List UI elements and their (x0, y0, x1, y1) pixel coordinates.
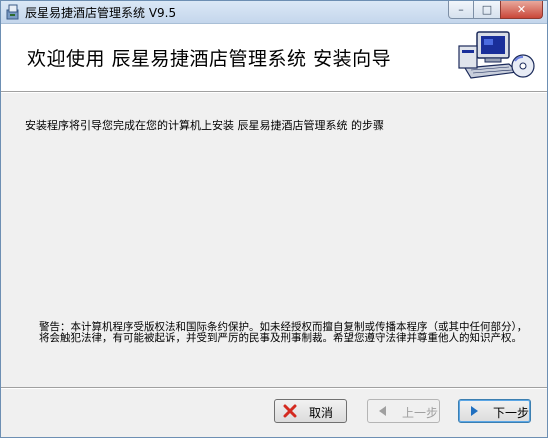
close-icon: ✕ (516, 3, 527, 16)
minimize-button[interactable]: – (448, 1, 474, 19)
wizard-title: 欢迎使用 辰星易捷酒店管理系统 安装向导 (27, 48, 392, 70)
window-title: 辰星易捷酒店管理系统 V9.5 (25, 6, 177, 20)
back-arrow-icon (379, 406, 386, 416)
close-button[interactable]: ✕ (500, 1, 543, 19)
installer-window: 辰星易捷酒店管理系统 V9.5 – □ ✕ 欢迎使用 辰星易捷酒店管理系统 安装… (0, 0, 548, 438)
next-arrow-icon (471, 406, 478, 416)
cancel-x-icon (283, 404, 297, 418)
title-bar[interactable]: 辰星易捷酒店管理系统 V9.5 – □ ✕ (1, 1, 547, 24)
computer-installer-icon (458, 31, 535, 79)
minimize-icon: – (458, 3, 464, 16)
header-divider (1, 92, 547, 93)
maximize-button[interactable]: □ (474, 1, 500, 19)
wizard-header: 欢迎使用 辰星易捷酒店管理系统 安装向导 (1, 24, 547, 92)
next-label: 下一步 (493, 406, 530, 420)
window-controls: – □ ✕ (448, 1, 543, 20)
back-button[interactable]: 上一步 (367, 399, 440, 423)
back-label: 上一步 (402, 406, 439, 420)
maximize-icon: □ (481, 3, 493, 16)
copyright-warning: 警告：本计算机程序受版权法和国际条约保护。如未经授权而擅自复制或传播本程序（或其… (39, 321, 528, 344)
next-button[interactable]: 下一步 (458, 399, 531, 423)
cancel-button[interactable]: 取消 (274, 399, 347, 423)
intro-text: 安装程序将引导您完成在您的计算机上安装 辰星易捷酒店管理系统 的步骤 (25, 119, 384, 132)
installer-app-icon (6, 4, 19, 20)
cancel-label: 取消 (309, 406, 334, 420)
button-area-divider (1, 387, 547, 389)
